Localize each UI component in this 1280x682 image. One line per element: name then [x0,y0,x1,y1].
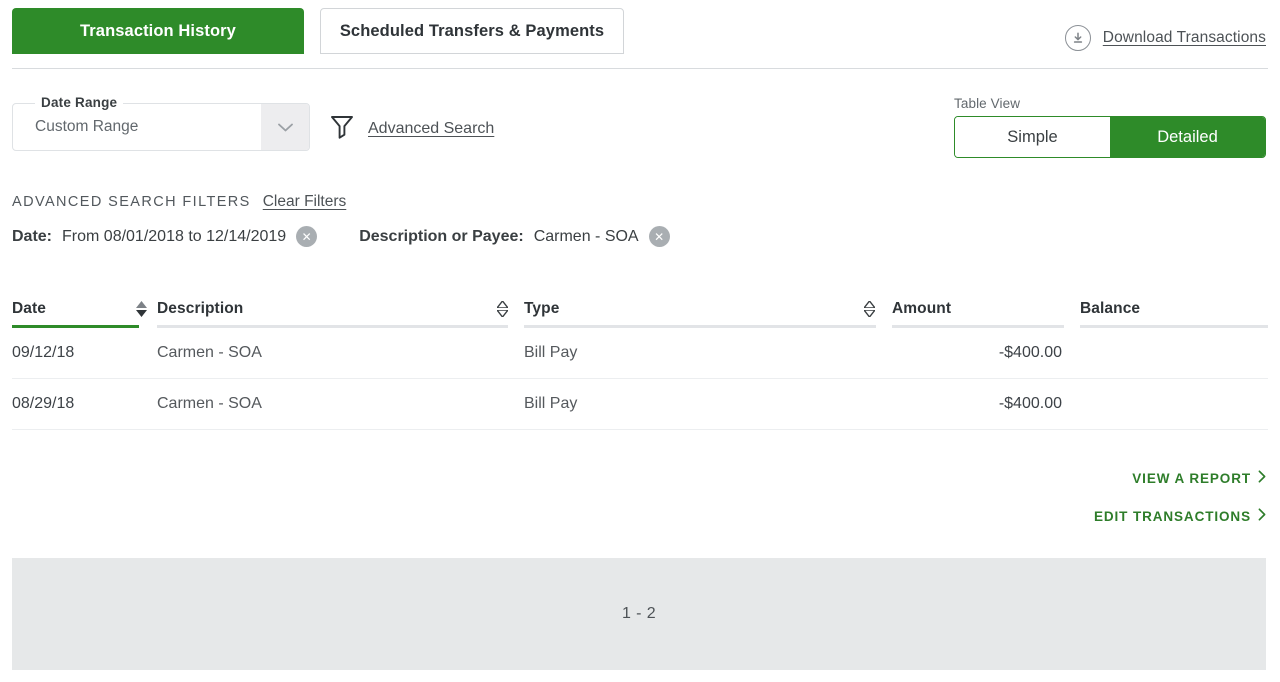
column-header-date-label: Date [12,300,46,317]
tab-scheduled-transfers-payments[interactable]: Scheduled Transfers & Payments [320,8,624,54]
column-header-amount-label: Amount [892,300,952,317]
tab-transaction-history-label: Transaction History [80,21,236,40]
chevron-right-icon [1258,470,1266,486]
tab-bottom-divider [12,68,1268,69]
download-transactions-button[interactable]: Download Transactions [1064,25,1266,51]
download-circle-icon [1064,25,1091,51]
filters-title: ADVANCED SEARCH FILTERS [12,194,251,210]
cell-type: Bill Pay [524,395,578,412]
table-row[interactable]: 08/29/18 Carmen - SOA Bill Pay -$400.00 [12,379,1268,430]
table-view-control: Table View Simple Detailed [954,96,1266,158]
date-range-select[interactable]: Date Range Custom Range [12,95,310,151]
sort-icon-description[interactable] [497,301,508,317]
pagination-bar: 1 - 2 [12,558,1266,670]
filter-funnel-icon [330,114,354,144]
column-header-type[interactable]: Type [524,300,892,328]
advanced-search-label: Advanced Search [368,120,495,137]
table-view-option-detailed[interactable]: Detailed [1110,117,1265,157]
cell-date: 08/29/18 [12,395,75,412]
column-rule-description [157,325,508,328]
column-header-description-label: Description [157,300,244,317]
chevron-right-icon [1258,508,1266,524]
table-view-option-detailed-label: Detailed [1157,127,1218,146]
tab-transaction-history[interactable]: Transaction History [12,8,304,54]
table-view-option-simple-label: Simple [1007,127,1058,146]
clear-filters-button[interactable]: Clear Filters [263,193,347,211]
column-header-balance: Balance [1080,300,1268,328]
x-icon[interactable]: ✕ [296,226,318,247]
transactions-table: Date Description Type Amount Balance 09/… [12,300,1268,430]
filter-chip-list: Date: From 08/01/2018 to 12/14/2019 ✕ De… [12,226,1268,247]
cell-date: 09/12/18 [12,344,75,361]
filter-chip-description: Description or Payee: Carmen - SOA ✕ [359,226,670,247]
column-rule-date [12,325,139,328]
date-range-value: Custom Range [35,118,139,135]
tab-scheduled-transfers-payments-label: Scheduled Transfers & Payments [339,21,605,40]
filter-chip-date-value: From 08/01/2018 to 12/14/2019 [62,227,287,245]
advanced-search-filters: ADVANCED SEARCH FILTERS Clear Filters Da… [12,193,1268,247]
table-view-label: Table View [954,96,1021,111]
chevron-down-icon[interactable] [261,104,309,150]
column-rule-type [524,325,876,328]
filters-header: ADVANCED SEARCH FILTERS Clear Filters [12,193,1268,211]
pagination-range-label: 1 - 2 [621,605,656,622]
cell-amount: -$400.00 [998,395,1062,412]
column-rule-amount [892,325,1064,328]
tab-strip: Transaction History Scheduled Transfers … [12,8,624,54]
table-view-toggle-group: Simple Detailed [954,116,1266,158]
controls-row: Date Range Custom Range Advanced Search … [0,88,1280,160]
x-icon[interactable]: ✕ [648,226,670,247]
column-header-date[interactable]: Date [12,300,157,328]
column-header-balance-label: Balance [1080,300,1141,317]
cell-description: Carmen - SOA [157,395,262,412]
edit-transactions-link[interactable]: EDIT TRANSACTIONS [1094,508,1266,524]
download-transactions-label: Download Transactions [1102,29,1266,46]
filter-chip-description-value: Carmen - SOA [533,227,639,245]
filter-chip-date: Date: From 08/01/2018 to 12/14/2019 ✕ [12,226,318,247]
cell-description: Carmen - SOA [157,344,262,361]
column-rule-balance [1080,325,1268,328]
table-view-option-simple[interactable]: Simple [955,117,1110,157]
edit-transactions-label: EDIT TRANSACTIONS [1093,508,1251,524]
table-header-row: Date Description Type Amount Balance [12,300,1268,328]
filter-chip-date-key: Date: [12,227,53,245]
view-a-report-link[interactable]: VIEW A REPORT [1094,470,1266,486]
advanced-search-button[interactable]: Advanced Search [330,114,494,144]
sort-icon-date[interactable] [136,301,147,317]
cell-amount: -$400.00 [998,344,1062,361]
column-header-description[interactable]: Description [157,300,524,328]
column-header-type-label: Type [524,300,560,317]
filter-chip-description-key: Description or Payee: [359,227,524,245]
column-header-amount: Amount [892,300,1080,328]
cell-type: Bill Pay [524,344,578,361]
table-actions: VIEW A REPORT EDIT TRANSACTIONS [1094,470,1266,546]
transaction-history-page: Transaction History Scheduled Transfers … [0,0,1280,682]
table-row[interactable]: 09/12/18 Carmen - SOA Bill Pay -$400.00 [12,328,1268,379]
tab-bar: Transaction History Scheduled Transfers … [0,8,1280,69]
sort-icon-type[interactable] [864,301,875,317]
view-a-report-label: VIEW A REPORT [1132,470,1251,486]
date-range-legend: Date Range [35,95,124,110]
